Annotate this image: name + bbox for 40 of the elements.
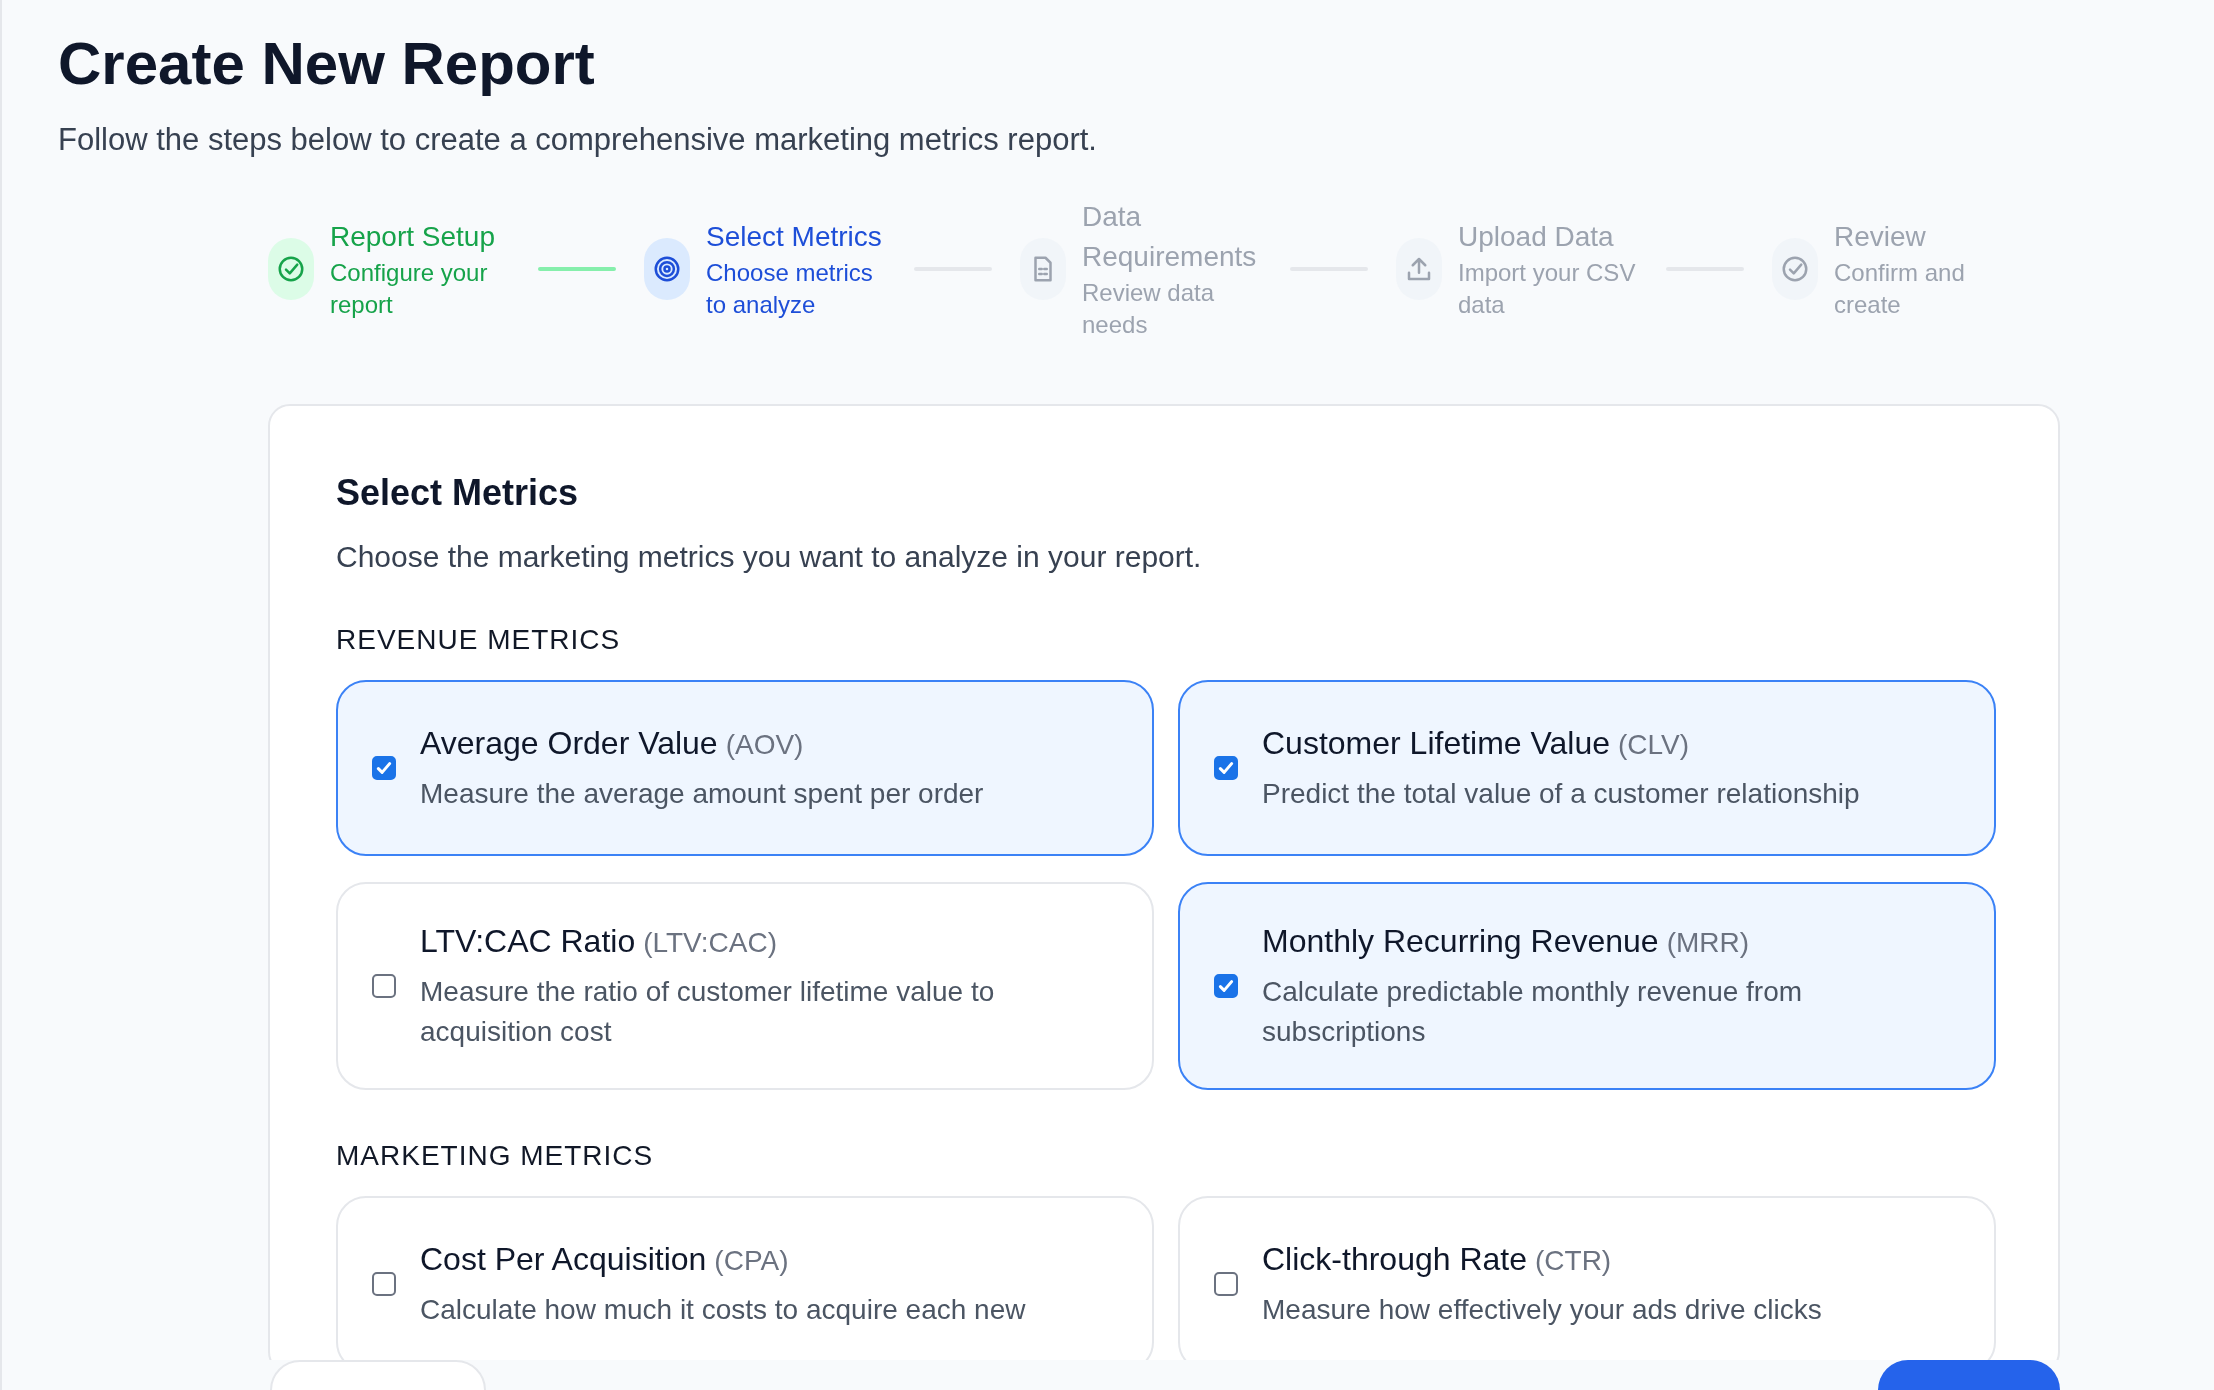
- metric-name: Click-through Rate: [1262, 1241, 1527, 1277]
- metric-description: Predict the total value of a customer relationship: [1262, 777, 1860, 811]
- metric-card[interactable]: LTV:CAC Ratio (LTV:CAC) Measure the ratio of customer lifetime value to acquisition cost: [336, 882, 1154, 1090]
- step-item[interactable]: Select Metrics Choose metrics to analyze: [644, 217, 886, 321]
- metric-abbreviation: (CLV): [1618, 729, 1690, 760]
- metric-abbreviation: (MRR): [1666, 927, 1750, 958]
- metric-description: Measure the ratio of customer lifetime value to acquisition cost: [420, 975, 996, 1049]
- metric-description: Calculate predictable monthly revenue from subscriptions: [1262, 975, 1804, 1049]
- metric-name: Average Order Value: [420, 725, 718, 761]
- checkbox[interactable]: [1214, 974, 1238, 998]
- metric-card[interactable]: Monthly Recurring Revenue (MRR) Calculate predictable monthly revenue from subscriptions: [1178, 882, 1996, 1090]
- checkbox[interactable]: [1214, 756, 1238, 780]
- metric-name: Cost Per Acquisition: [420, 1241, 707, 1277]
- checkbox[interactable]: [372, 756, 396, 780]
- metric-description: Measure the average amount spent per order: [420, 777, 984, 811]
- section-heading: MARKETING METRICS: [336, 1140, 655, 1172]
- section-heading: REVENUE METRICS: [336, 624, 622, 656]
- metric-card[interactable]: Average Order Value (AOV) Measure the average amount spent per order: [336, 680, 1154, 856]
- metric-abbreviation: (CPA): [714, 1245, 789, 1276]
- metric-description: Calculate how much it costs to acquire each new: [420, 1293, 1026, 1327]
- metric-name: Monthly Recurring Revenue: [1262, 923, 1659, 959]
- target-icon: [652, 254, 682, 284]
- metric-description: Measure how effectively your ads drive clicks: [1262, 1293, 1822, 1327]
- checkbox[interactable]: [372, 974, 396, 998]
- metric-name: Customer Lifetime Value: [1262, 725, 1610, 761]
- metric-abbreviation: (CTR): [1535, 1245, 1612, 1276]
- check-circle-icon: [1780, 254, 1810, 284]
- panel-title: Select Metrics: [336, 472, 580, 514]
- panel-description: Choose the marketing metrics you want to analyze in your report.: [336, 540, 1203, 574]
- check-circle-icon: [276, 254, 306, 284]
- metric-card[interactable]: Click-through Rate (CTR) Measure how effectively your ads drive clicks: [1178, 1196, 1996, 1360]
- page-subtitle: Follow the steps below to create a comprehensive marketing metrics report.: [58, 122, 1098, 158]
- checkbox[interactable]: [372, 1272, 396, 1296]
- metric-card[interactable]: Customer Lifetime Value (CLV) Predict the total value of a customer relationship: [1178, 680, 1996, 856]
- metric-abbreviation: (AOV): [725, 729, 804, 760]
- page-title: Create New Report: [58, 29, 596, 99]
- metric-abbreviation: (LTV:CAC): [643, 927, 777, 958]
- checkbox[interactable]: [1214, 1272, 1238, 1296]
- metric-name: LTV:CAC Ratio: [420, 923, 636, 959]
- metric-card[interactable]: Cost Per Acquisition (CPA) Calculate how much it costs to acquire each new: [336, 1196, 1154, 1360]
